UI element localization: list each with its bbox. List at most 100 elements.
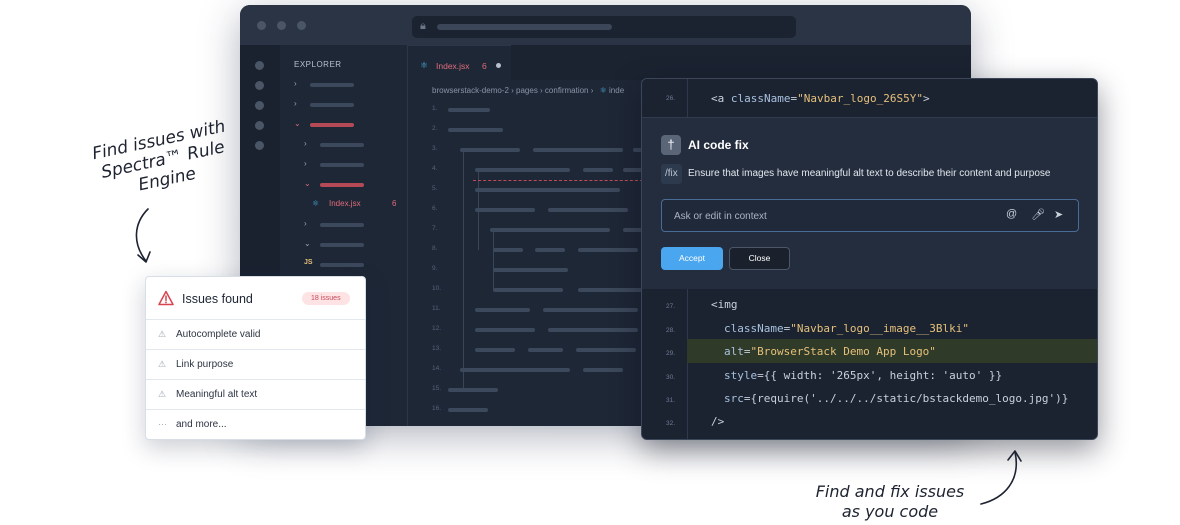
accept-button[interactable]: Accept (661, 247, 723, 270)
code-attr: src (724, 392, 744, 405)
code-attr: alt (724, 345, 744, 358)
tree-item[interactable]: › (294, 139, 404, 151)
activity-icon[interactable] (255, 141, 264, 150)
chevron-down-icon: ⌄ (294, 119, 301, 128)
react-icon: ⚛ (312, 199, 320, 208)
fix-command-chip: /fix (661, 164, 682, 184)
gutter-divider (687, 289, 688, 439)
code-token (535, 248, 565, 252)
code-token (448, 388, 498, 392)
line-number: 4. (432, 165, 438, 172)
line-number: 29. (666, 350, 676, 357)
code-value: {{ width: '265px', height: 'auto' }} (763, 369, 1003, 382)
chevron-down-icon: ⌄ (304, 179, 311, 188)
issue-label: and more... (176, 419, 227, 430)
code-line-29: alt="BrowserStack Demo App Logo" (724, 345, 936, 358)
issue-item-more[interactable]: … and more... (146, 410, 365, 439)
react-icon: ⚛ (599, 86, 607, 95)
issue-item[interactable]: ⚠︎ Link purpose (146, 350, 365, 380)
line-number: 27. (666, 303, 676, 310)
window-maximize-dot[interactable] (297, 21, 306, 30)
ask-input-placeholder: Ask or edit in context (674, 211, 767, 222)
code-token (490, 228, 610, 232)
line-number: 32. (666, 420, 676, 427)
tree-item-label (320, 243, 364, 247)
annotation-right: Find and fix issues as you code (800, 482, 980, 522)
line-number: 14. (432, 365, 442, 372)
code-token (475, 208, 535, 212)
ai-code-fix-panel: 26. <a className="Navbar_logo_26S5Y"> † … (641, 78, 1098, 440)
activity-icon[interactable] (255, 81, 264, 90)
send-icon[interactable]: ➤ (1054, 208, 1063, 221)
warning-icon: ⚠︎ (158, 359, 167, 369)
breadcrumb-file[interactable]: inde (609, 86, 624, 95)
address-bar[interactable]: 🔒︎ (412, 16, 796, 38)
breadcrumb-path[interactable]: browserstack-demo-2 › pages › confirmati… (432, 86, 593, 95)
title-bar: 🔒︎ (240, 5, 971, 45)
activity-icon[interactable] (255, 101, 264, 110)
code-token (475, 348, 515, 352)
code-token (448, 108, 490, 112)
code-token (578, 288, 648, 292)
code-token (583, 368, 623, 372)
tree-item[interactable]: JS (294, 259, 404, 271)
code-line-27: <img (711, 298, 738, 311)
code-token (493, 248, 523, 252)
issue-label: Meaningful alt text (176, 389, 258, 400)
code-context-top: 26. <a className="Navbar_logo_26S5Y"> (642, 79, 1097, 117)
issue-label: Link purpose (176, 359, 234, 370)
tree-item-label (320, 263, 364, 267)
window-close-dot[interactable] (257, 21, 266, 30)
code-token (576, 348, 636, 352)
tree-item[interactable]: › (294, 99, 404, 111)
code-attr: style (724, 369, 758, 382)
code-tag: <a (711, 92, 725, 105)
code-line-26: <a className="Navbar_logo_26S5Y"> (711, 92, 930, 105)
more-icon: … (158, 417, 167, 427)
line-number: 26. (666, 95, 676, 102)
code-string: "Navbar_logo__image__3Blki" (790, 322, 970, 335)
issue-item[interactable]: ⚠︎ Autocomplete valid (146, 320, 365, 350)
tab-strip: ⚛ Index.jsx 6 (408, 45, 971, 80)
tab-label: Index.jsx (436, 61, 470, 71)
code-token (493, 288, 563, 292)
chevron-down-icon: ⌄ (304, 239, 311, 248)
breadcrumb: browserstack-demo-2 › pages › confirmati… (432, 86, 624, 95)
code-token (623, 228, 643, 232)
arrow-down-icon (135, 208, 151, 263)
window-minimize-dot[interactable] (277, 21, 286, 30)
js-file-icon: JS (304, 259, 313, 266)
ask-input[interactable]: Ask or edit in context @ 🎤︎ ➤ (661, 199, 1079, 232)
code-token (475, 308, 530, 312)
stage: 🔒︎ EXPLORER › › ⌄ › › ⌄ ⚛ Index.jsx 6 › … (0, 0, 1180, 525)
issues-header: Issues found 18 issues (146, 277, 365, 320)
activity-icon[interactable] (255, 121, 264, 130)
annotation-line: Find and fix issues (815, 482, 965, 501)
tree-item[interactable]: › (294, 79, 404, 91)
code-token (548, 208, 628, 212)
code-token (623, 168, 643, 172)
line-number: 28. (666, 327, 676, 334)
line-number: 30. (666, 374, 676, 381)
unsaved-dot-icon (496, 63, 501, 68)
line-number: 9. (432, 265, 438, 272)
close-button[interactable]: Close (729, 247, 790, 270)
tree-item-label (310, 103, 354, 107)
activity-icon[interactable] (255, 61, 264, 70)
code-attr: className (724, 322, 784, 335)
issue-label: Autocomplete valid (176, 329, 261, 340)
tree-item[interactable]: ⌄ (294, 239, 404, 251)
tree-item[interactable]: › (294, 219, 404, 231)
issue-item[interactable]: ⚠︎ Meaningful alt text (146, 380, 365, 410)
mention-icon[interactable]: @ (1006, 208, 1017, 220)
tree-item[interactable]: › (294, 159, 404, 171)
line-number: 13. (432, 345, 442, 352)
tree-item[interactable]: ⌄ (294, 119, 404, 131)
tree-item-index-jsx[interactable]: ⚛ Index.jsx 6 (294, 199, 404, 211)
annotation-left: Find issues with Spectra™ Rule Engine (83, 115, 242, 205)
tree-item-label (320, 223, 364, 227)
tree-item-label (310, 83, 354, 87)
tab-index-jsx[interactable]: ⚛ Index.jsx 6 (408, 45, 511, 80)
tree-item[interactable]: ⌄ (294, 179, 404, 191)
microphone-icon[interactable]: 🎤︎ (1031, 208, 1045, 221)
